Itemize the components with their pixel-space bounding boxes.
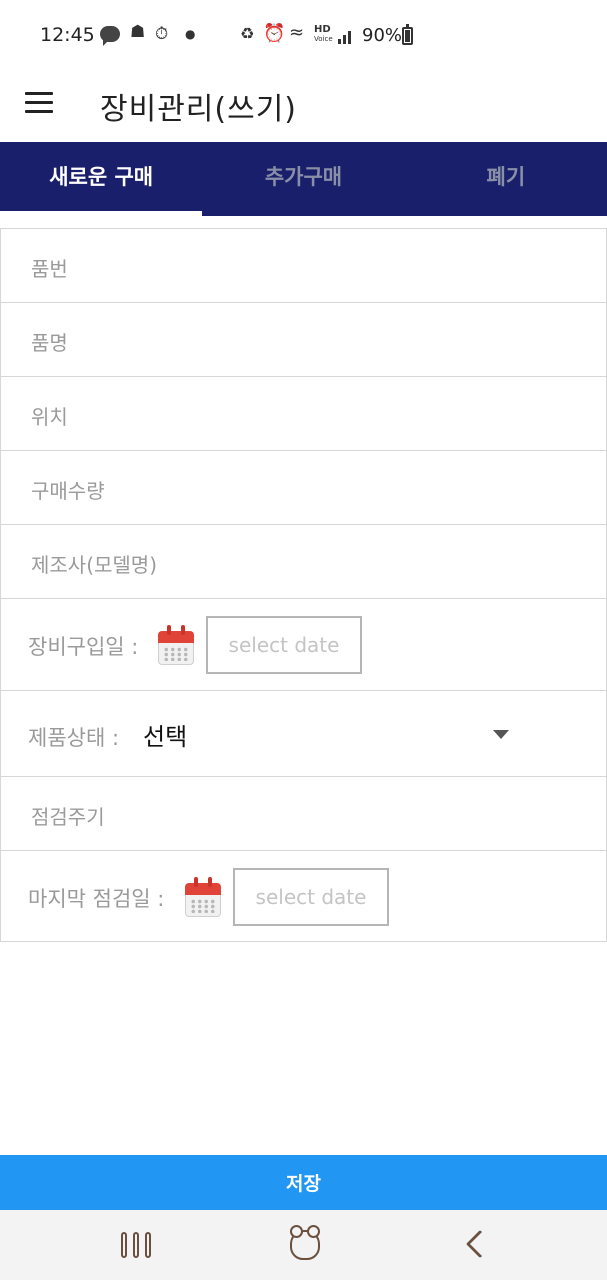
part-number-field[interactable]: 품번 (0, 228, 607, 302)
hd-voice-icon: HD Voice (314, 24, 333, 44)
back-icon[interactable] (465, 1229, 495, 1259)
signal-icon (338, 28, 356, 44)
manufacturer-placeholder: 제조사(모델명) (31, 553, 158, 577)
timer-icon: ⏱ (155, 24, 169, 44)
purchase-quantity-field[interactable]: 구매수량 (0, 450, 607, 524)
home-icon[interactable] (290, 1225, 320, 1260)
dot-icon: ● (185, 27, 196, 41)
page-title: 장비관리(쓰기) (100, 92, 298, 127)
purchase-date-input[interactable]: select date (206, 616, 362, 674)
product-status-select[interactable]: 제품상태 : 선택 (0, 690, 607, 776)
battery-percent: 90% (362, 25, 403, 46)
product-status-value: 선택 (143, 723, 188, 751)
product-name-placeholder: 품명 (31, 331, 68, 355)
purchase-quantity-placeholder: 구매수량 (31, 479, 105, 503)
wifi-icon: ≈ (289, 22, 305, 43)
tab-new-purchase[interactable]: 새로운 구매 (0, 142, 203, 216)
hamburger-menu-icon[interactable] (25, 92, 53, 114)
status-time: 12:45 (40, 24, 95, 46)
tab-bar: 새로운 구매 추가구매 폐기 (0, 142, 607, 216)
tab-label: 새로운 구매 (49, 165, 154, 189)
purchase-date-row: 장비구입일 : select date (0, 598, 607, 690)
tab-additional-purchase[interactable]: 추가구매 (202, 142, 404, 216)
alarm-icon: ⏰ (263, 23, 286, 44)
last-inspection-date-row: 마지막 점검일 : select date (0, 850, 607, 942)
location-field[interactable]: 위치 (0, 376, 607, 450)
calendar-icon[interactable] (158, 625, 194, 665)
equipment-form: 품번 품명 위치 구매수량 제조사(모델명) 장비구입일 : select da… (0, 228, 607, 942)
app-bar: 장비관리(쓰기) (0, 70, 607, 140)
recycle-icon: ♻ (240, 24, 255, 43)
inspection-cycle-field[interactable]: 점검주기 (0, 776, 607, 850)
product-name-field[interactable]: 품명 (0, 302, 607, 376)
save-button[interactable]: 저장 (0, 1155, 607, 1210)
inspection-cycle-placeholder: 점검주기 (31, 805, 105, 829)
part-number-placeholder: 품번 (31, 257, 68, 281)
notification-icon: ☗ (130, 22, 146, 42)
dropdown-arrow-icon[interactable] (493, 730, 509, 739)
talk-icon (100, 26, 120, 46)
product-status-label: 제품상태 : (28, 726, 120, 750)
system-nav-bar (0, 1210, 607, 1280)
tab-disposal[interactable]: 폐기 (405, 142, 607, 216)
location-placeholder: 위치 (31, 405, 68, 429)
calendar-icon[interactable] (185, 877, 221, 917)
tab-label: 폐기 (486, 165, 526, 189)
battery-icon (402, 24, 413, 45)
tab-label: 추가구매 (264, 165, 343, 189)
last-inspection-date-input[interactable]: select date (233, 868, 389, 926)
recent-apps-icon[interactable] (121, 1232, 151, 1258)
purchase-date-label: 장비구입일 : (28, 635, 139, 659)
manufacturer-field[interactable]: 제조사(모델명) (0, 524, 607, 598)
status-bar: 12:45 ☗ ⏱ ● ♻ ⏰ ≈ HD Voice 90% (0, 0, 607, 70)
last-inspection-label: 마지막 점검일 : (28, 887, 165, 911)
